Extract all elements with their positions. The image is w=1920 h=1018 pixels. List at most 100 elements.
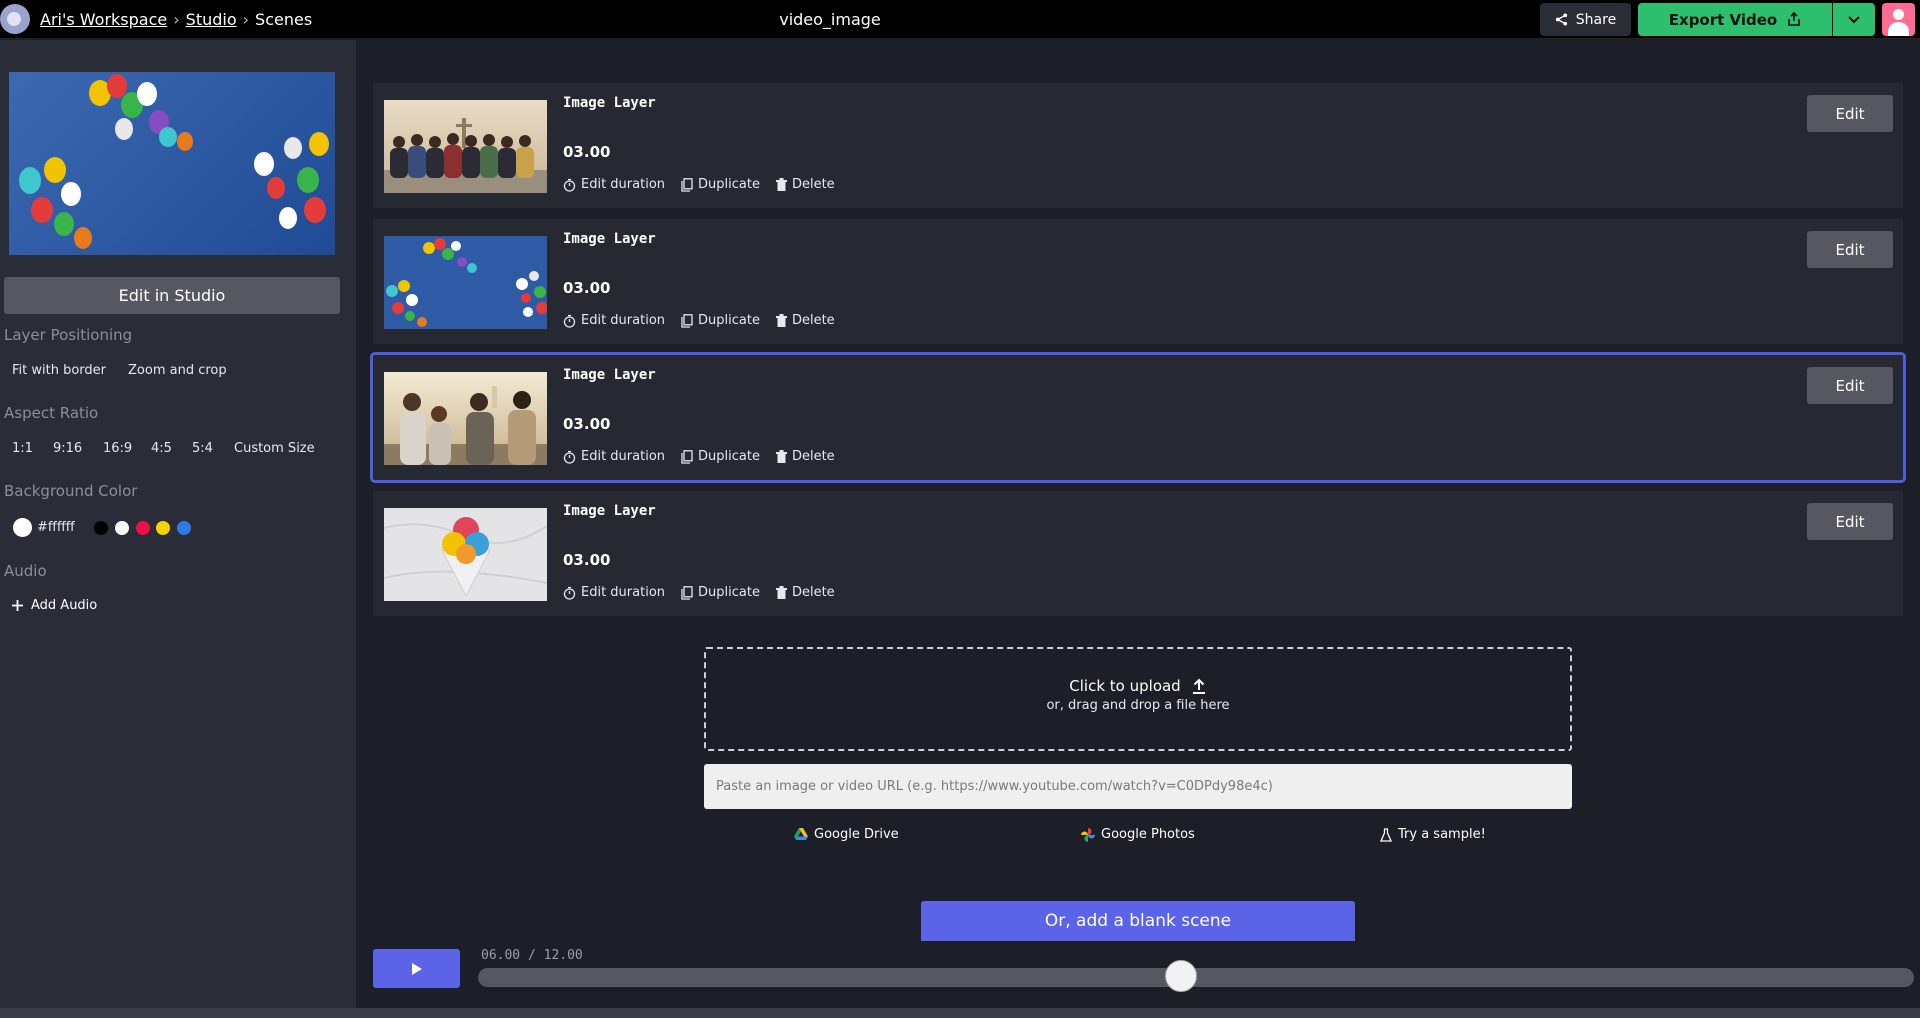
aspect-ratio-4-5[interactable]: 4:5 — [151, 441, 172, 456]
color-swatch-yellow[interactable] — [156, 521, 170, 535]
delete-button[interactable]: Delete — [775, 449, 835, 464]
color-swatch-white[interactable] — [115, 521, 129, 535]
audio-heading: Audio — [4, 562, 47, 580]
scene-edit-button[interactable]: Edit — [1807, 95, 1893, 132]
scene-actions: Edit duration Duplicate Delete — [563, 449, 835, 464]
current-color-value[interactable]: #ffffff — [37, 520, 75, 535]
scene-thumbnail[interactable] — [384, 236, 547, 329]
chevron-down-icon — [1848, 15, 1860, 23]
user-avatar[interactable] — [1882, 3, 1915, 36]
playback-time: 06.00 / 12.00 — [481, 948, 583, 963]
scene-actions: Edit duration Duplicate Delete — [563, 177, 835, 192]
bottom-scrollbar[interactable] — [0, 1008, 1920, 1018]
stopwatch-icon — [563, 178, 576, 192]
edit-duration-button[interactable]: Edit duration — [563, 313, 665, 328]
duplicate-label: Duplicate — [698, 313, 760, 328]
copy-icon — [681, 177, 693, 192]
edit-duration-button[interactable]: Edit duration — [563, 585, 665, 600]
time-separator: / — [527, 948, 536, 963]
scene-actions: Edit duration Duplicate Delete — [563, 585, 835, 600]
top-bar: Ari's Workspace › Studio › Scenes video_… — [0, 0, 1920, 39]
scene-duration: 03.00 — [563, 415, 611, 433]
edit-duration-button[interactable]: Edit duration — [563, 449, 665, 464]
duplicate-button[interactable]: Duplicate — [681, 313, 760, 328]
scene-thumbnail[interactable] — [384, 372, 547, 465]
google-photos-label: Google Photos — [1101, 827, 1195, 842]
aspect-ratio-heading: Aspect Ratio — [4, 404, 99, 422]
google-drive-button[interactable]: Google Drive — [794, 827, 899, 842]
aspect-ratio-5-4[interactable]: 5:4 — [192, 441, 213, 456]
scene-edit-button[interactable]: Edit — [1807, 503, 1893, 540]
scene-edit-button[interactable]: Edit — [1807, 231, 1893, 268]
background-color-heading: Background Color — [4, 482, 138, 500]
delete-button[interactable]: Delete — [775, 177, 835, 192]
aspect-ratio-custom[interactable]: Custom Size — [234, 441, 315, 456]
aspect-ratio-16-9[interactable]: 16:9 — [103, 441, 132, 456]
scene-card[interactable]: Image Layer 03.00 Edit duration Duplicat… — [373, 83, 1903, 208]
duplicate-button[interactable]: Duplicate — [681, 449, 760, 464]
scene-card[interactable]: Image Layer 03.00 Edit duration Duplicat… — [373, 219, 1903, 344]
google-photos-icon — [1081, 827, 1095, 842]
scene-title: Image Layer — [563, 231, 656, 247]
delete-label: Delete — [791, 177, 835, 192]
current-color-swatch[interactable] — [13, 518, 32, 537]
project-title[interactable]: video_image — [0, 10, 1660, 29]
copy-icon — [681, 449, 693, 464]
current-time: 06.00 — [481, 948, 521, 963]
aspect-ratio-9-16[interactable]: 9:16 — [53, 441, 82, 456]
fit-with-border-option[interactable]: Fit with border — [12, 363, 106, 378]
trash-icon — [775, 178, 787, 191]
google-drive-icon — [794, 828, 808, 840]
scene-thumbnail[interactable] — [384, 508, 547, 601]
color-swatch-blue[interactable] — [177, 521, 191, 535]
delete-label: Delete — [791, 313, 835, 328]
upload-label: Click to upload — [1069, 677, 1181, 695]
edit-duration-label: Edit duration — [581, 449, 666, 464]
scene-card-selected[interactable]: Image Layer 03.00 Edit duration Duplicat… — [370, 352, 1906, 483]
scene-preview — [9, 72, 335, 255]
scene-duration: 03.00 — [563, 143, 611, 161]
add-blank-scene-button[interactable]: Or, add a blank scene — [921, 901, 1355, 941]
scene-card[interactable]: Image Layer 03.00 Edit duration Duplicat… — [373, 491, 1903, 616]
delete-label: Delete — [791, 585, 835, 600]
color-swatch-black[interactable] — [94, 521, 108, 535]
play-button[interactable] — [373, 949, 460, 988]
delete-button[interactable]: Delete — [775, 585, 835, 600]
stopwatch-icon — [563, 450, 576, 464]
stopwatch-icon — [563, 586, 576, 600]
color-swatch-red[interactable] — [136, 521, 150, 535]
copy-icon — [681, 313, 693, 328]
zoom-and-crop-option[interactable]: Zoom and crop — [128, 363, 227, 378]
duplicate-label: Duplicate — [698, 449, 760, 464]
edit-in-studio-button[interactable]: Edit in Studio — [4, 277, 340, 314]
delete-button[interactable]: Delete — [775, 313, 835, 328]
share-button[interactable]: Share — [1540, 3, 1631, 36]
try-sample-button[interactable]: Try a sample! — [1380, 827, 1486, 842]
duplicate-button[interactable]: Duplicate — [681, 177, 760, 192]
edit-duration-button[interactable]: Edit duration — [563, 177, 665, 192]
trash-icon — [775, 586, 787, 599]
duplicate-button[interactable]: Duplicate — [681, 585, 760, 600]
media-url-input[interactable] — [704, 764, 1572, 809]
trash-icon — [775, 314, 787, 327]
upload-dropzone[interactable]: Click to upload or, drag and drop a file… — [704, 647, 1572, 751]
play-icon — [411, 962, 422, 975]
timeline-scrubber[interactable] — [1165, 960, 1197, 992]
sidebar: Edit in Studio Layer Positioning Fit wit… — [0, 40, 356, 1018]
stopwatch-icon — [563, 314, 576, 328]
scene-thumbnail[interactable] — [384, 100, 547, 193]
copy-icon — [681, 585, 693, 600]
try-sample-label: Try a sample! — [1398, 827, 1486, 842]
scene-duration: 03.00 — [563, 551, 611, 569]
add-audio-button[interactable]: Add Audio — [12, 598, 97, 613]
scene-thumbnail-image — [384, 372, 547, 465]
scene-duration: 03.00 — [563, 279, 611, 297]
scene-edit-button[interactable]: Edit — [1807, 367, 1893, 404]
google-photos-button[interactable]: Google Photos — [1081, 827, 1195, 842]
aspect-ratio-1-1[interactable]: 1:1 — [12, 441, 33, 456]
upload-icon — [1192, 678, 1205, 694]
export-video-button[interactable]: Export Video — [1638, 3, 1832, 36]
duplicate-label: Duplicate — [698, 177, 760, 192]
export-icon — [1788, 12, 1801, 26]
export-options-button[interactable] — [1833, 3, 1875, 36]
